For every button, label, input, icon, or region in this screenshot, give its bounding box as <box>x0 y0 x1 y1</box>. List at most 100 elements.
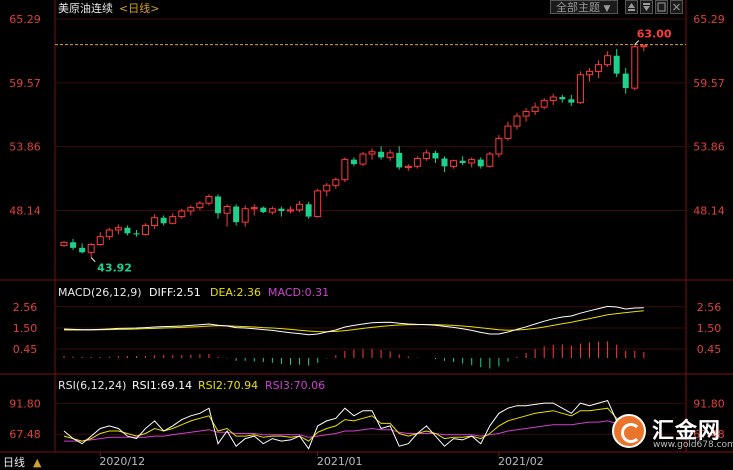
candle-body-down <box>350 159 357 165</box>
candle-body-up <box>522 111 530 117</box>
candle-body-up <box>422 152 430 159</box>
candle-body-up <box>250 207 258 210</box>
candle-body-up <box>60 241 68 247</box>
min-pointer <box>90 257 96 263</box>
candle-body-up <box>585 70 593 76</box>
candle-body-up <box>87 243 95 253</box>
theme-selector[interactable]: 全部主题 ▼ <box>550 0 618 14</box>
candle-body-up <box>495 137 503 155</box>
candle-body-down <box>70 242 77 248</box>
expand-arrow-icon[interactable]: ▲ <box>33 456 42 469</box>
candle-body-up <box>287 209 294 212</box>
candle-body-up <box>296 203 304 211</box>
macd-tick-left: 1.50 <box>13 322 38 335</box>
candle-body-up <box>268 208 276 213</box>
candle-body-down <box>233 206 240 223</box>
macd-diff-line <box>63 305 644 336</box>
candle-body-up <box>169 216 177 224</box>
candle-body-up <box>368 151 376 155</box>
candle-body-up <box>513 115 521 127</box>
candle-body-up <box>178 210 186 218</box>
candle-body-up <box>241 208 249 223</box>
candle-body-down <box>160 217 167 224</box>
macd-tick-left: 0.45 <box>13 343 38 356</box>
panel-down-icon[interactable] <box>640 0 653 14</box>
macd-diff-label: DIFF:2.51 <box>149 286 201 299</box>
macd-panel <box>63 305 645 369</box>
macd-dea-label: DEA:2.36 <box>210 286 261 299</box>
close-icon[interactable] <box>670 0 683 14</box>
macd-tick-right: 1.50 <box>697 322 722 335</box>
window-glyph <box>657 2 666 12</box>
candle-body-down <box>459 160 466 163</box>
candle-body-down <box>305 204 312 217</box>
candle-body-up <box>540 99 548 108</box>
candle-body-up <box>332 179 340 186</box>
candle-body-up <box>468 159 476 164</box>
panel-down-glyph <box>643 3 650 11</box>
candle-body-up <box>359 153 367 165</box>
candle-body-up <box>386 152 394 158</box>
candle-body-up <box>323 184 331 192</box>
rsi-panel <box>63 400 645 450</box>
rsi3-label: RSI3:70.06 <box>265 379 325 392</box>
candle-body-up <box>576 74 584 104</box>
date-tick-label: 2020/12 <box>99 455 145 468</box>
macd-title: MACD(26,12,9) <box>58 286 142 299</box>
candle-body-down <box>278 208 285 211</box>
candle-body-down <box>622 73 629 89</box>
logo-url: www.gold678.com <box>653 440 733 450</box>
gold678-logo: 汇金网 www.gold678.com <box>606 408 733 452</box>
price-tick-left: 65.29 <box>9 13 41 26</box>
candle-body-up <box>631 46 639 89</box>
candle-body-up <box>604 55 612 66</box>
period-tag[interactable]: <日线> <box>119 1 159 15</box>
candle-body-up <box>96 236 104 245</box>
window-icon[interactable] <box>655 0 668 14</box>
price-tick-right: 48.14 <box>693 205 725 218</box>
dropdown-arrow-icon: ▼ <box>603 4 611 14</box>
candle-body-up <box>314 190 322 218</box>
candle-body-down <box>432 152 439 159</box>
panel-up-icon[interactable] <box>625 0 638 14</box>
chart-canvas: 美原油连续 <日线> 63.00 43.92 65.29 65.29 59.57 59.… <box>0 0 733 469</box>
candle-body-down <box>441 158 448 167</box>
period-badge[interactable]: 日线 <box>3 455 25 469</box>
candle-body-up <box>223 206 231 214</box>
date-tick-label: 2021/01 <box>317 455 363 468</box>
candle-body-up <box>114 227 122 231</box>
axis-labels: 65.29 65.29 59.57 59.57 53.86 53.86 48.14 48.14… <box>9 13 725 468</box>
candle-body-up <box>595 64 603 72</box>
price-tick-right: 65.29 <box>693 13 725 26</box>
candle-body-down <box>396 152 403 168</box>
panel-up-glyph <box>628 3 635 11</box>
candle-body-down <box>559 97 566 100</box>
max-pointer <box>634 40 640 45</box>
candle-body-up <box>187 207 195 212</box>
candle-body-down <box>378 151 385 158</box>
candle-body-down <box>260 207 267 213</box>
rsi-tick-left: 91.80 <box>9 397 41 410</box>
logo-mark-icon <box>612 414 646 448</box>
price-tick-right: 53.86 <box>693 141 725 154</box>
price-tick-left: 53.86 <box>9 141 41 154</box>
date-tick-label: 2021/02 <box>498 455 544 468</box>
macd-tick-right: 0.45 <box>697 343 722 356</box>
candle-body-down <box>79 247 86 253</box>
max-price-label: 63.00 <box>637 28 672 41</box>
price-tick-left: 48.14 <box>9 205 41 218</box>
candle-body-down <box>477 159 484 167</box>
candle-body-up <box>196 202 204 209</box>
price-tick-left: 59.57 <box>9 77 41 90</box>
candle-body-up <box>486 153 494 167</box>
candle-body-up <box>142 225 150 235</box>
rsi-title: RSI(6,12,24) <box>58 379 126 392</box>
macd-tick-left: 2.56 <box>13 301 38 314</box>
candle-body-up <box>205 195 213 204</box>
close-glyph <box>673 3 680 11</box>
theme-selector-label: 全部主题 <box>556 1 600 14</box>
candle-body-up <box>341 159 349 181</box>
candle-body-up <box>413 157 421 167</box>
grid-layer <box>55 18 686 435</box>
macd-dea-line <box>64 310 644 333</box>
